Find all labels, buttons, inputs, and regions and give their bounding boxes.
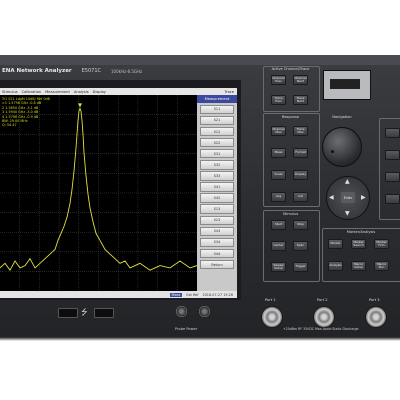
- meas-key[interactable]: Meas: [271, 148, 286, 158]
- entry-key[interactable]: [385, 172, 400, 182]
- format-key[interactable]: Format: [293, 148, 308, 158]
- softkey-s43[interactable]: S43: [200, 226, 234, 237]
- avg-key[interactable]: Avg: [271, 192, 286, 202]
- trigger-key[interactable]: Trigger: [293, 262, 308, 272]
- marker-readout: Tr1 S21 LogM 10dB/ Ref 0dB >1 1.5796 GHz…: [2, 97, 50, 128]
- usb-port[interactable]: [94, 308, 114, 318]
- brand-strip: ENA Network Analyzer E5071C 100kHz-8.5GH…: [0, 64, 142, 78]
- marker-search-key[interactable]: Marker Search: [351, 239, 366, 249]
- status-mode: Meas: [169, 292, 183, 297]
- menu-calibration[interactable]: Calibration: [22, 90, 42, 94]
- softkey-s44[interactable]: S44: [200, 248, 234, 259]
- arrow-down-icon[interactable]: ▼: [345, 210, 350, 217]
- softkey-s23[interactable]: S23: [200, 215, 234, 226]
- enter-key[interactable]: Enter: [341, 192, 355, 203]
- chassis-shadow: [0, 337, 400, 341]
- softkey-header: Measurement: [197, 95, 237, 103]
- marker-line: Q: 54.47: [2, 123, 17, 128]
- menu-display[interactable]: Display: [93, 90, 106, 94]
- marker-key[interactable]: Marker: [328, 239, 343, 249]
- softkey-s32[interactable]: S32: [200, 160, 234, 170]
- softkey-s41[interactable]: S41: [200, 182, 234, 192]
- softkey-s12[interactable]: S12: [200, 126, 234, 137]
- trace-max-key[interactable]: Trace Max: [293, 126, 308, 136]
- rotary-knob[interactable]: [322, 127, 362, 167]
- frequency-range: 100kHz-8.5GHz: [111, 68, 143, 74]
- softkey-s34[interactable]: S34: [200, 237, 234, 248]
- softkey-menu: Measurement S11 S21 S12 S22 S31 S32 S33 …: [197, 95, 237, 291]
- marker-analysis-title: Marker/Analysis: [346, 230, 376, 234]
- entry-key[interactable]: [385, 194, 400, 204]
- menu-measurement[interactable]: Measurement: [45, 90, 70, 94]
- display-screen: Stimulus Calibration Measurement Analysi…: [0, 88, 237, 298]
- channel-max-key[interactable]: Channel Max: [271, 126, 286, 136]
- arrow-right-icon[interactable]: ▶: [361, 194, 366, 201]
- usb-port[interactable]: [58, 308, 78, 318]
- status-timestamp: 2016-07-27 15:26: [202, 292, 233, 297]
- entry-key[interactable]: [385, 128, 400, 138]
- port-1-label: Port 1: [265, 298, 276, 302]
- menu-stimulus[interactable]: Stimulus: [2, 90, 18, 94]
- active-channel-group: [263, 66, 320, 112]
- test-port-1[interactable]: [261, 306, 283, 328]
- status-text: Ext Ref: [186, 292, 199, 297]
- connector-pins: [330, 79, 360, 89]
- analysis-key[interactable]: Analysis: [328, 261, 343, 271]
- entry-key[interactable]: [385, 150, 400, 160]
- brand-name: ENA Network Analyzer: [2, 68, 72, 74]
- probe-power-connector[interactable]: [176, 306, 187, 317]
- macro-setup-key[interactable]: Macro Setup: [351, 261, 366, 271]
- softkey-s42[interactable]: S42: [200, 193, 234, 203]
- sweep-setup-key[interactable]: Sweep Setup: [271, 262, 286, 272]
- port-3-label: Port 3: [369, 298, 380, 302]
- knob-dimple: [331, 150, 334, 153]
- port-warning-label: +20dBm RF 35VDC Max Avoid Static Dischar…: [283, 327, 359, 331]
- center-key[interactable]: Center: [271, 241, 286, 251]
- softkey-s11[interactable]: S11: [200, 104, 234, 115]
- marker-analysis-group: [322, 228, 400, 282]
- softkey-s33[interactable]: S33: [200, 171, 234, 181]
- softkey-s31[interactable]: S31: [200, 148, 234, 159]
- softkey-s13[interactable]: S13: [200, 204, 234, 214]
- probe-power-connector[interactable]: [199, 306, 210, 317]
- softkey-s21[interactable]: S21: [200, 115, 234, 126]
- softkey-return[interactable]: Return: [200, 259, 234, 270]
- test-port-2[interactable]: [313, 306, 335, 328]
- response-title: Response: [281, 115, 300, 119]
- stimulus-title: Stimulus: [282, 212, 299, 216]
- menu-trace[interactable]: Trace: [224, 90, 237, 94]
- model-number: E5071C: [81, 68, 102, 74]
- navigation-title: Navigation: [332, 115, 352, 119]
- start-key[interactable]: Start: [271, 220, 286, 230]
- arrow-left-icon[interactable]: ◀: [329, 194, 334, 201]
- status-bar: Meas Ext Ref 2016-07-27 15:26: [0, 291, 237, 298]
- channel-prev-key[interactable]: Channel Prev: [271, 75, 286, 85]
- menu-analysis[interactable]: Analysis: [74, 90, 89, 94]
- rear-connector: [323, 70, 371, 100]
- trace-plot: Tr1 S21 LogM 10dB/ Ref 0dB >1 1.5796 GHz…: [0, 95, 197, 291]
- port-2-label: Port 2: [317, 298, 328, 302]
- marker-fctn-key[interactable]: Marker Fctn: [374, 239, 389, 249]
- display-key[interactable]: Display: [293, 170, 308, 180]
- cal-key[interactable]: Cal: [293, 192, 308, 202]
- test-port-3[interactable]: [365, 306, 387, 328]
- channel-next-key[interactable]: Channel Next: [293, 75, 308, 85]
- navigation-pad[interactable]: ▲ ▼ ◀ ▶ Enter: [326, 176, 370, 220]
- stop-key[interactable]: Stop: [293, 220, 308, 230]
- usb-icon: ⭍: [81, 308, 88, 317]
- trace-prev-key[interactable]: Trace Prev: [271, 95, 286, 105]
- active-channel-title: Active Channel/Trace: [271, 67, 310, 71]
- scale-key[interactable]: Scale: [271, 170, 286, 180]
- macro-run-key[interactable]: Macro Run: [374, 261, 389, 271]
- span-key[interactable]: Span: [293, 241, 308, 251]
- arrow-up-icon[interactable]: ▲: [345, 178, 350, 185]
- probe-power-label: Probe Power: [175, 327, 198, 331]
- trace-next-key[interactable]: Trace Next: [293, 95, 308, 105]
- softkey-s22[interactable]: S22: [200, 137, 234, 148]
- menu-bar: Stimulus Calibration Measurement Analysi…: [0, 88, 237, 95]
